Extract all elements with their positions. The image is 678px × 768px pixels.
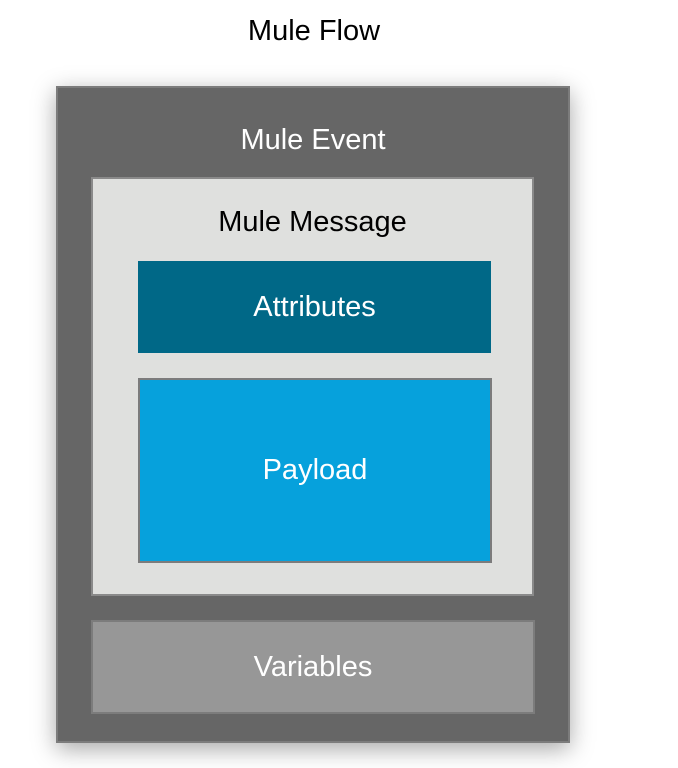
attributes-box: Attributes [138,261,491,353]
diagram-title: Mule Flow [247,14,381,47]
variables-box: Variables [91,620,535,714]
payload-box: Payload [138,378,492,563]
mule-event-label: Mule Event [240,123,386,156]
mule-message-label: Mule Message [218,205,407,238]
